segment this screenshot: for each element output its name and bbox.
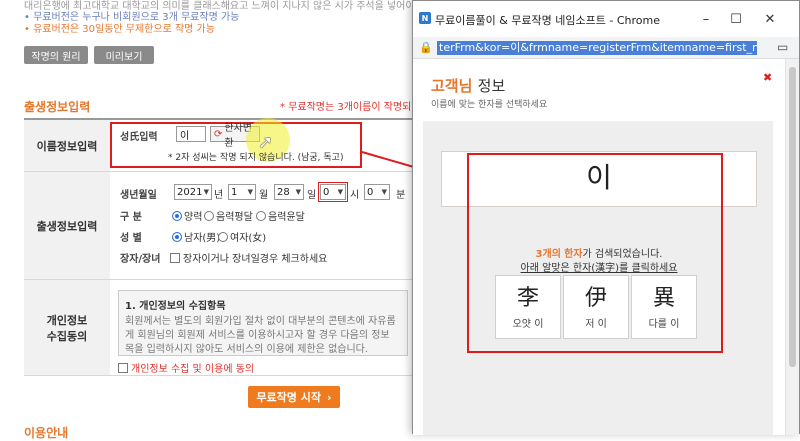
url-text[interactable]: terFrm&kor=이&frmname=registerFrm&itemnam… <box>437 41 757 55</box>
scroll-thumb[interactable] <box>789 67 796 367</box>
minimize-icon[interactable]: – <box>695 9 717 29</box>
close-icon[interactable]: ✕ <box>759 9 781 29</box>
popup-subtitle: 이름에 맞는 한자를 선택하세요 <box>431 100 548 110</box>
address-bar[interactable]: 🔒 terFrm&kor=이&frmname=registerFrm&itemn… <box>413 37 799 59</box>
cast-icon[interactable]: ▭ <box>777 40 788 54</box>
popup-window: N 무료이름풀이 & 무료작명 네임소프트 - Chrome – ☐ ✕ 🔒 t… <box>412 0 800 435</box>
popup-heading: 고객님 정보 <box>431 77 506 95</box>
result-highlight-box <box>467 153 723 353</box>
popup-content: 고객님 정보 이름에 맞는 한자를 선택하세요 ✖ 이 3개의 한자가 검색되었… <box>413 59 785 435</box>
lock-icon: 🔒 <box>419 41 433 54</box>
window-titlebar: N 무료이름풀이 & 무료작명 네임소프트 - Chrome – ☐ ✕ <box>413 1 799 37</box>
popup-scrollbar[interactable] <box>785 59 799 435</box>
site-favicon-icon: N <box>419 12 431 24</box>
maximize-icon[interactable]: ☐ <box>725 9 747 29</box>
window-title: 무료이름풀이 & 무료작명 네임소프트 - Chrome <box>435 14 660 27</box>
popup-close-icon[interactable]: ✖ <box>763 71 772 84</box>
